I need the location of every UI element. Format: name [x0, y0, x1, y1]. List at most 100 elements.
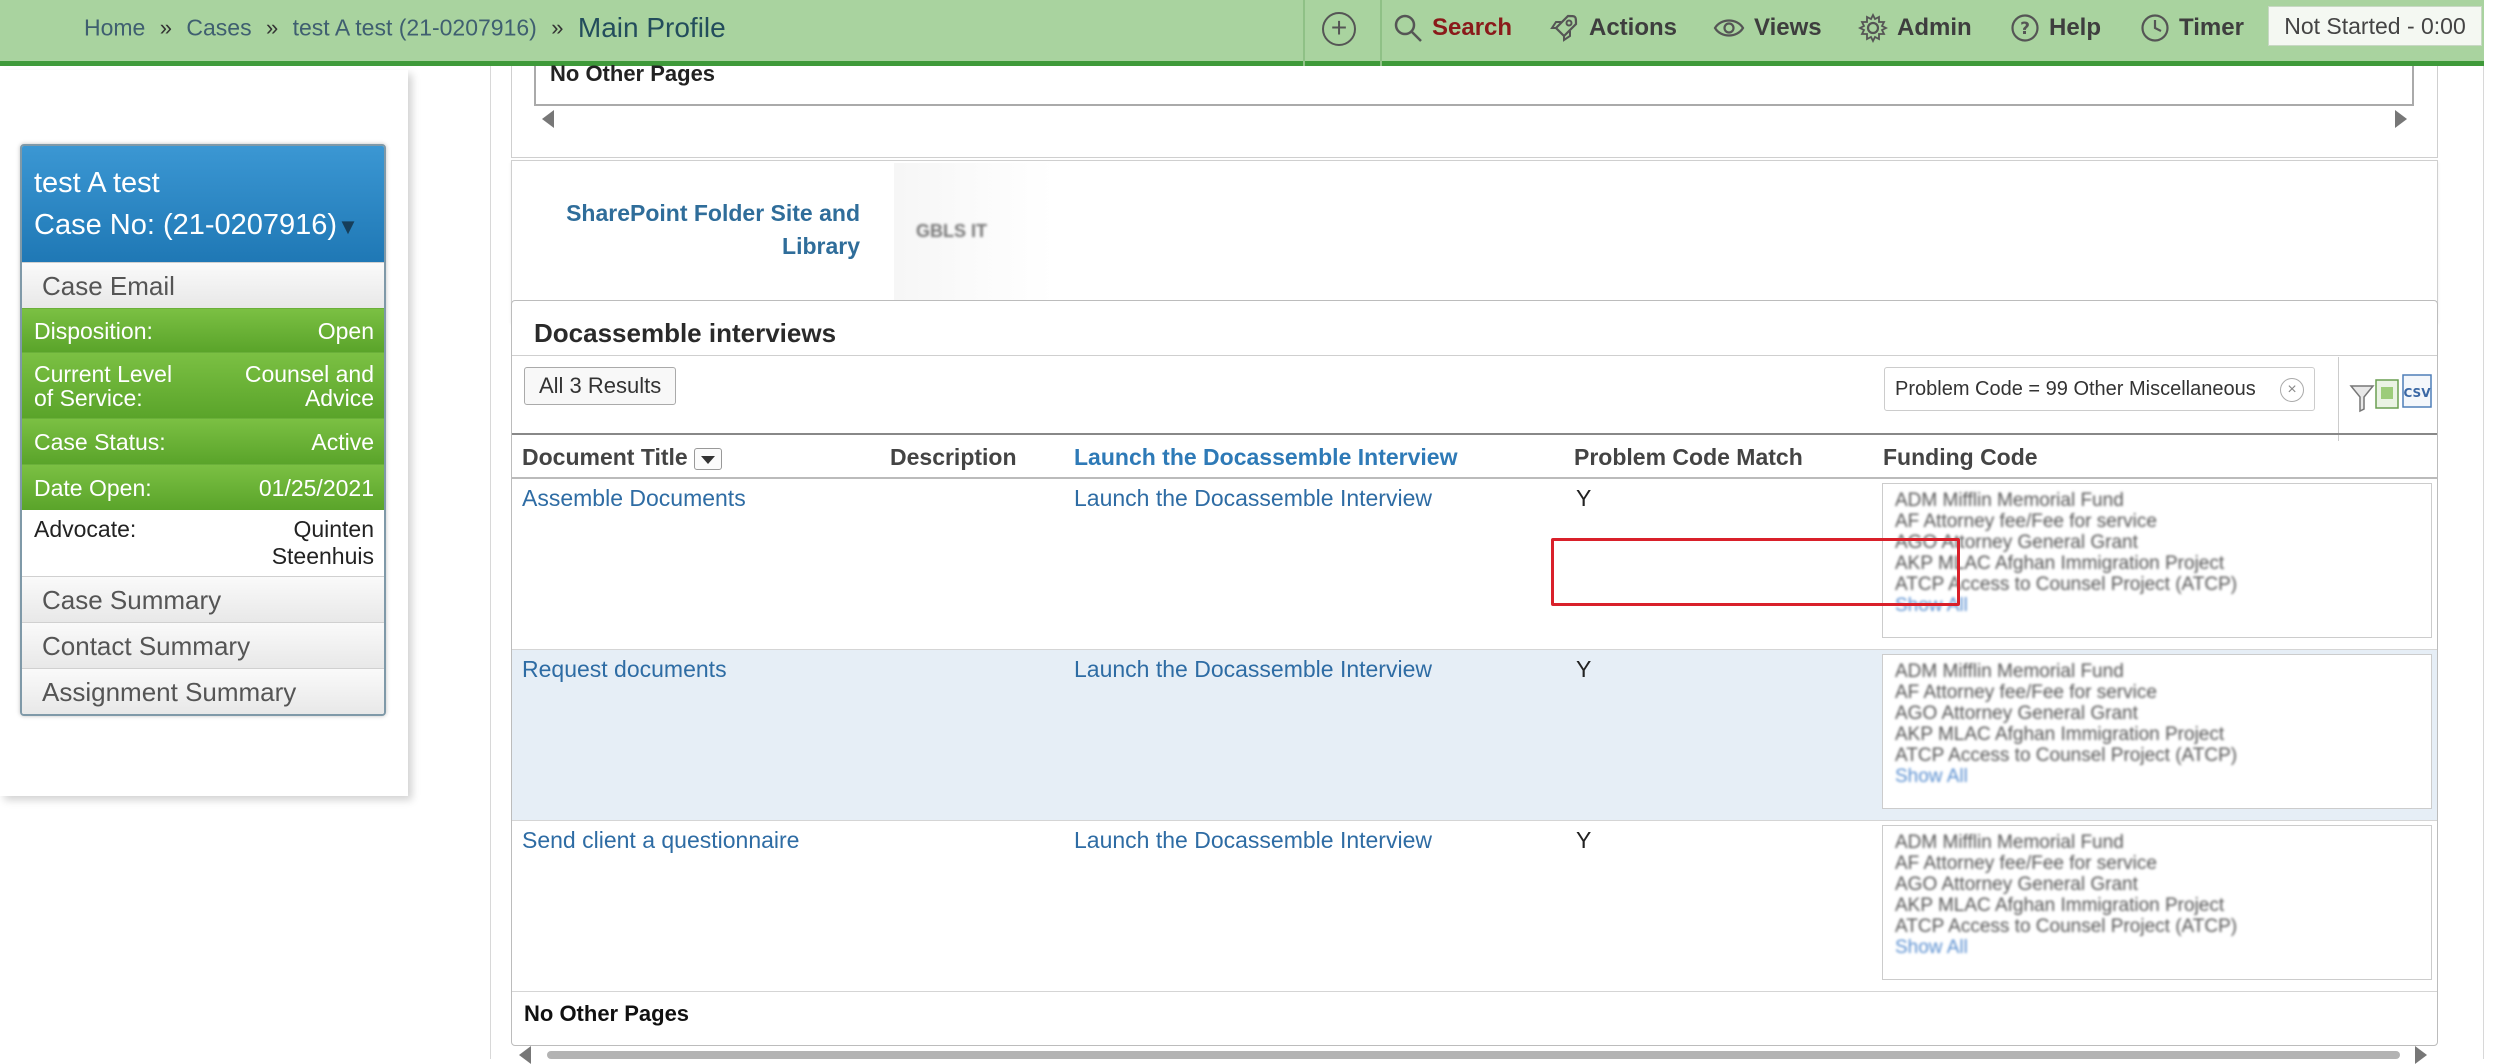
column-header-label: Document Title: [522, 444, 688, 470]
show-all-link[interactable]: Show All: [1895, 937, 2419, 958]
admin-label: Admin: [1897, 14, 1972, 41]
funding-code-item: AKP MLAC Afghan Immigration Project: [1895, 895, 2225, 916]
document-title-link[interactable]: Assemble Documents: [522, 485, 746, 512]
horizontal-scrollbar[interactable]: [491, 1046, 2491, 1064]
timer-label: Timer: [2179, 14, 2244, 41]
breadcrumb-separator: »: [551, 15, 564, 40]
search-menu[interactable]: Search: [1393, 10, 1512, 46]
sharepoint-label: SharePoint Folder Site and Library: [566, 200, 860, 259]
funding-code-item: ATCP Access to Counsel Project (ATCP): [1895, 916, 2238, 937]
field-label: Advocate:: [34, 516, 137, 542]
admin-menu[interactable]: Admin: [1858, 10, 1972, 46]
scroll-left-icon[interactable]: [542, 110, 554, 128]
page-title: Main Profile: [577, 12, 726, 43]
docassemble-section: Docassemble interviews All 3 Results Pro…: [511, 300, 2438, 1046]
assignment-summary-link[interactable]: Assignment Summary: [22, 668, 384, 714]
show-all-link[interactable]: Show All: [1895, 766, 2419, 787]
launch-interview-link[interactable]: Launch the Docassemble Interview: [1074, 827, 1432, 854]
advocate-name: Quinten Steenhuis: [271, 516, 374, 569]
column-header-document-title[interactable]: Document Title: [522, 444, 722, 471]
field-value: Open: [317, 317, 374, 344]
export-excel-icon[interactable]: [2373, 377, 2403, 411]
column-header-description[interactable]: Description: [890, 444, 1017, 471]
actions-label: Actions: [1589, 14, 1678, 41]
field-value: Active: [311, 428, 374, 455]
funding-code-list: ADM Mifflin Memorial Fund AF Attorney fe…: [1882, 654, 2432, 809]
funding-code-item: AKP MLAC Afghan Immigration Project: [1895, 724, 2225, 745]
funding-code-item: AKP MLAC Afghan Immigration Project: [1895, 553, 2225, 574]
funding-code-item: ATCP Access to Counsel Project (ATCP): [1895, 745, 2238, 766]
level-of-service-row: Current Level of Service: Counsel and Ad…: [22, 352, 384, 418]
views-menu[interactable]: Views: [1713, 10, 1822, 46]
funding-code-item: AGO Attorney General Grant: [1895, 703, 2138, 724]
timer-menu[interactable]: Timer: [2140, 10, 2244, 46]
funding-code-item: ADM Mifflin Memorial Fund: [1895, 661, 2124, 682]
plus-circle-icon[interactable]: +: [1322, 12, 1356, 46]
export-csv-icon[interactable]: CSV: [2401, 373, 2435, 411]
contact-summary-link[interactable]: Contact Summary: [22, 622, 384, 668]
filter-chip[interactable]: Problem Code = 99 Other Miscellaneous ×: [1884, 367, 2315, 411]
field-label: Case Status:: [34, 428, 166, 455]
breadcrumb: Home » Cases » test A test (21-0207916) …: [84, 12, 726, 44]
clear-filter-icon[interactable]: ×: [2280, 378, 2304, 402]
rocket-icon: [1550, 14, 1578, 42]
help-icon: ?: [2011, 14, 2039, 42]
show-all-link[interactable]: Show All: [1895, 595, 2419, 616]
svg-text:CSV: CSV: [2404, 386, 2432, 400]
funding-code-item: ADM Mifflin Memorial Fund: [1895, 832, 2124, 853]
case-summary-link[interactable]: Case Summary: [22, 576, 384, 622]
scroll-right-icon[interactable]: [2395, 110, 2407, 128]
sharepoint-value: GBLS IT: [894, 163, 1054, 311]
table-row: Request documents Launch the Docassemble…: [512, 650, 2437, 821]
launch-interview-link[interactable]: Launch the Docassemble Interview: [1074, 656, 1432, 683]
breadcrumb-cases[interactable]: Cases: [186, 15, 251, 41]
all-results-button[interactable]: All 3 Results: [524, 367, 677, 405]
table-row: Assemble Documents Launch the Docassembl…: [512, 479, 2437, 650]
funding-code-list: ADM Mifflin Memorial Fund AF Attorney fe…: [1882, 825, 2432, 980]
breadcrumb-home[interactable]: Home: [84, 15, 145, 41]
date-open-row: Date Open: 01/25/2021: [22, 464, 384, 510]
filter-text: Problem Code = 99 Other Miscellaneous: [1895, 378, 2256, 400]
funding-code-item: AGO Attorney General Grant: [1895, 532, 2138, 553]
document-title-link[interactable]: Request documents: [522, 656, 727, 683]
launch-interview-link[interactable]: Launch the Docassemble Interview: [1074, 485, 1432, 512]
main-content: No Other Pages SharePoint Folder Site an…: [490, 61, 2484, 1064]
funding-code-item: AGO Attorney General Grant: [1895, 874, 2138, 895]
document-title-link[interactable]: Send client a questionnaire: [522, 827, 799, 854]
scroll-left-icon[interactable]: [519, 1046, 531, 1064]
search-icon: [1394, 14, 1422, 42]
field-value: 01/25/2021: [258, 474, 374, 501]
eye-icon: [1713, 19, 1745, 37]
scrollbar-thumb[interactable]: [547, 1051, 2400, 1059]
field-value: Counsel and Advice: [244, 360, 374, 411]
sharepoint-section: SharePoint Folder Site and Library GBLS …: [511, 160, 2438, 322]
help-menu[interactable]: ? Help: [2010, 10, 2101, 46]
sharepoint-value-text: GBLS IT: [916, 221, 987, 241]
column-header-problem-code-match[interactable]: Problem Code Match: [1574, 444, 1803, 471]
disposition-row: Disposition: Open: [22, 308, 384, 352]
breadcrumb-separator: »: [159, 15, 172, 40]
problem-code-match-cell: Y: [1576, 485, 1592, 511]
help-label: Help: [2049, 14, 2102, 41]
scroll-right-icon[interactable]: [2415, 1046, 2427, 1064]
top-navigation-bar: Home » Cases » test A test (21-0207916) …: [0, 0, 2484, 66]
timer-status[interactable]: Not Started - 0:00: [2268, 6, 2482, 46]
filter-funnel-icon[interactable]: [2349, 383, 2375, 413]
toolbar-divider: [1380, 0, 1382, 66]
column-header-launch[interactable]: Launch the Docassemble Interview: [1074, 444, 1457, 471]
views-label: Views: [1754, 14, 1822, 41]
actions-menu[interactable]: Actions: [1548, 10, 1677, 46]
toolbar-divider: [1303, 0, 1305, 66]
sort-dropdown-icon[interactable]: [693, 447, 722, 470]
case-card: test A test Case No: (21-0207916)▼ Case …: [20, 144, 386, 716]
dropdown-caret-icon[interactable]: ▼: [337, 214, 359, 239]
field-label: Date Open:: [34, 474, 152, 501]
grid-toolbar: CSV: [2338, 357, 2438, 441]
case-card-header[interactable]: test A test Case No: (21-0207916)▼: [22, 146, 384, 262]
breadcrumb-case[interactable]: test A test (21-0207916): [293, 15, 537, 41]
previous-grid-footer: No Other Pages: [534, 61, 2414, 106]
column-header-funding-code[interactable]: Funding Code: [1883, 444, 2038, 471]
funding-code-list: ADM Mifflin Memorial Fund AF Attorney fe…: [1882, 483, 2432, 638]
case-email-link[interactable]: Case Email: [22, 262, 384, 308]
case-status-row: Case Status: Active: [22, 418, 384, 464]
